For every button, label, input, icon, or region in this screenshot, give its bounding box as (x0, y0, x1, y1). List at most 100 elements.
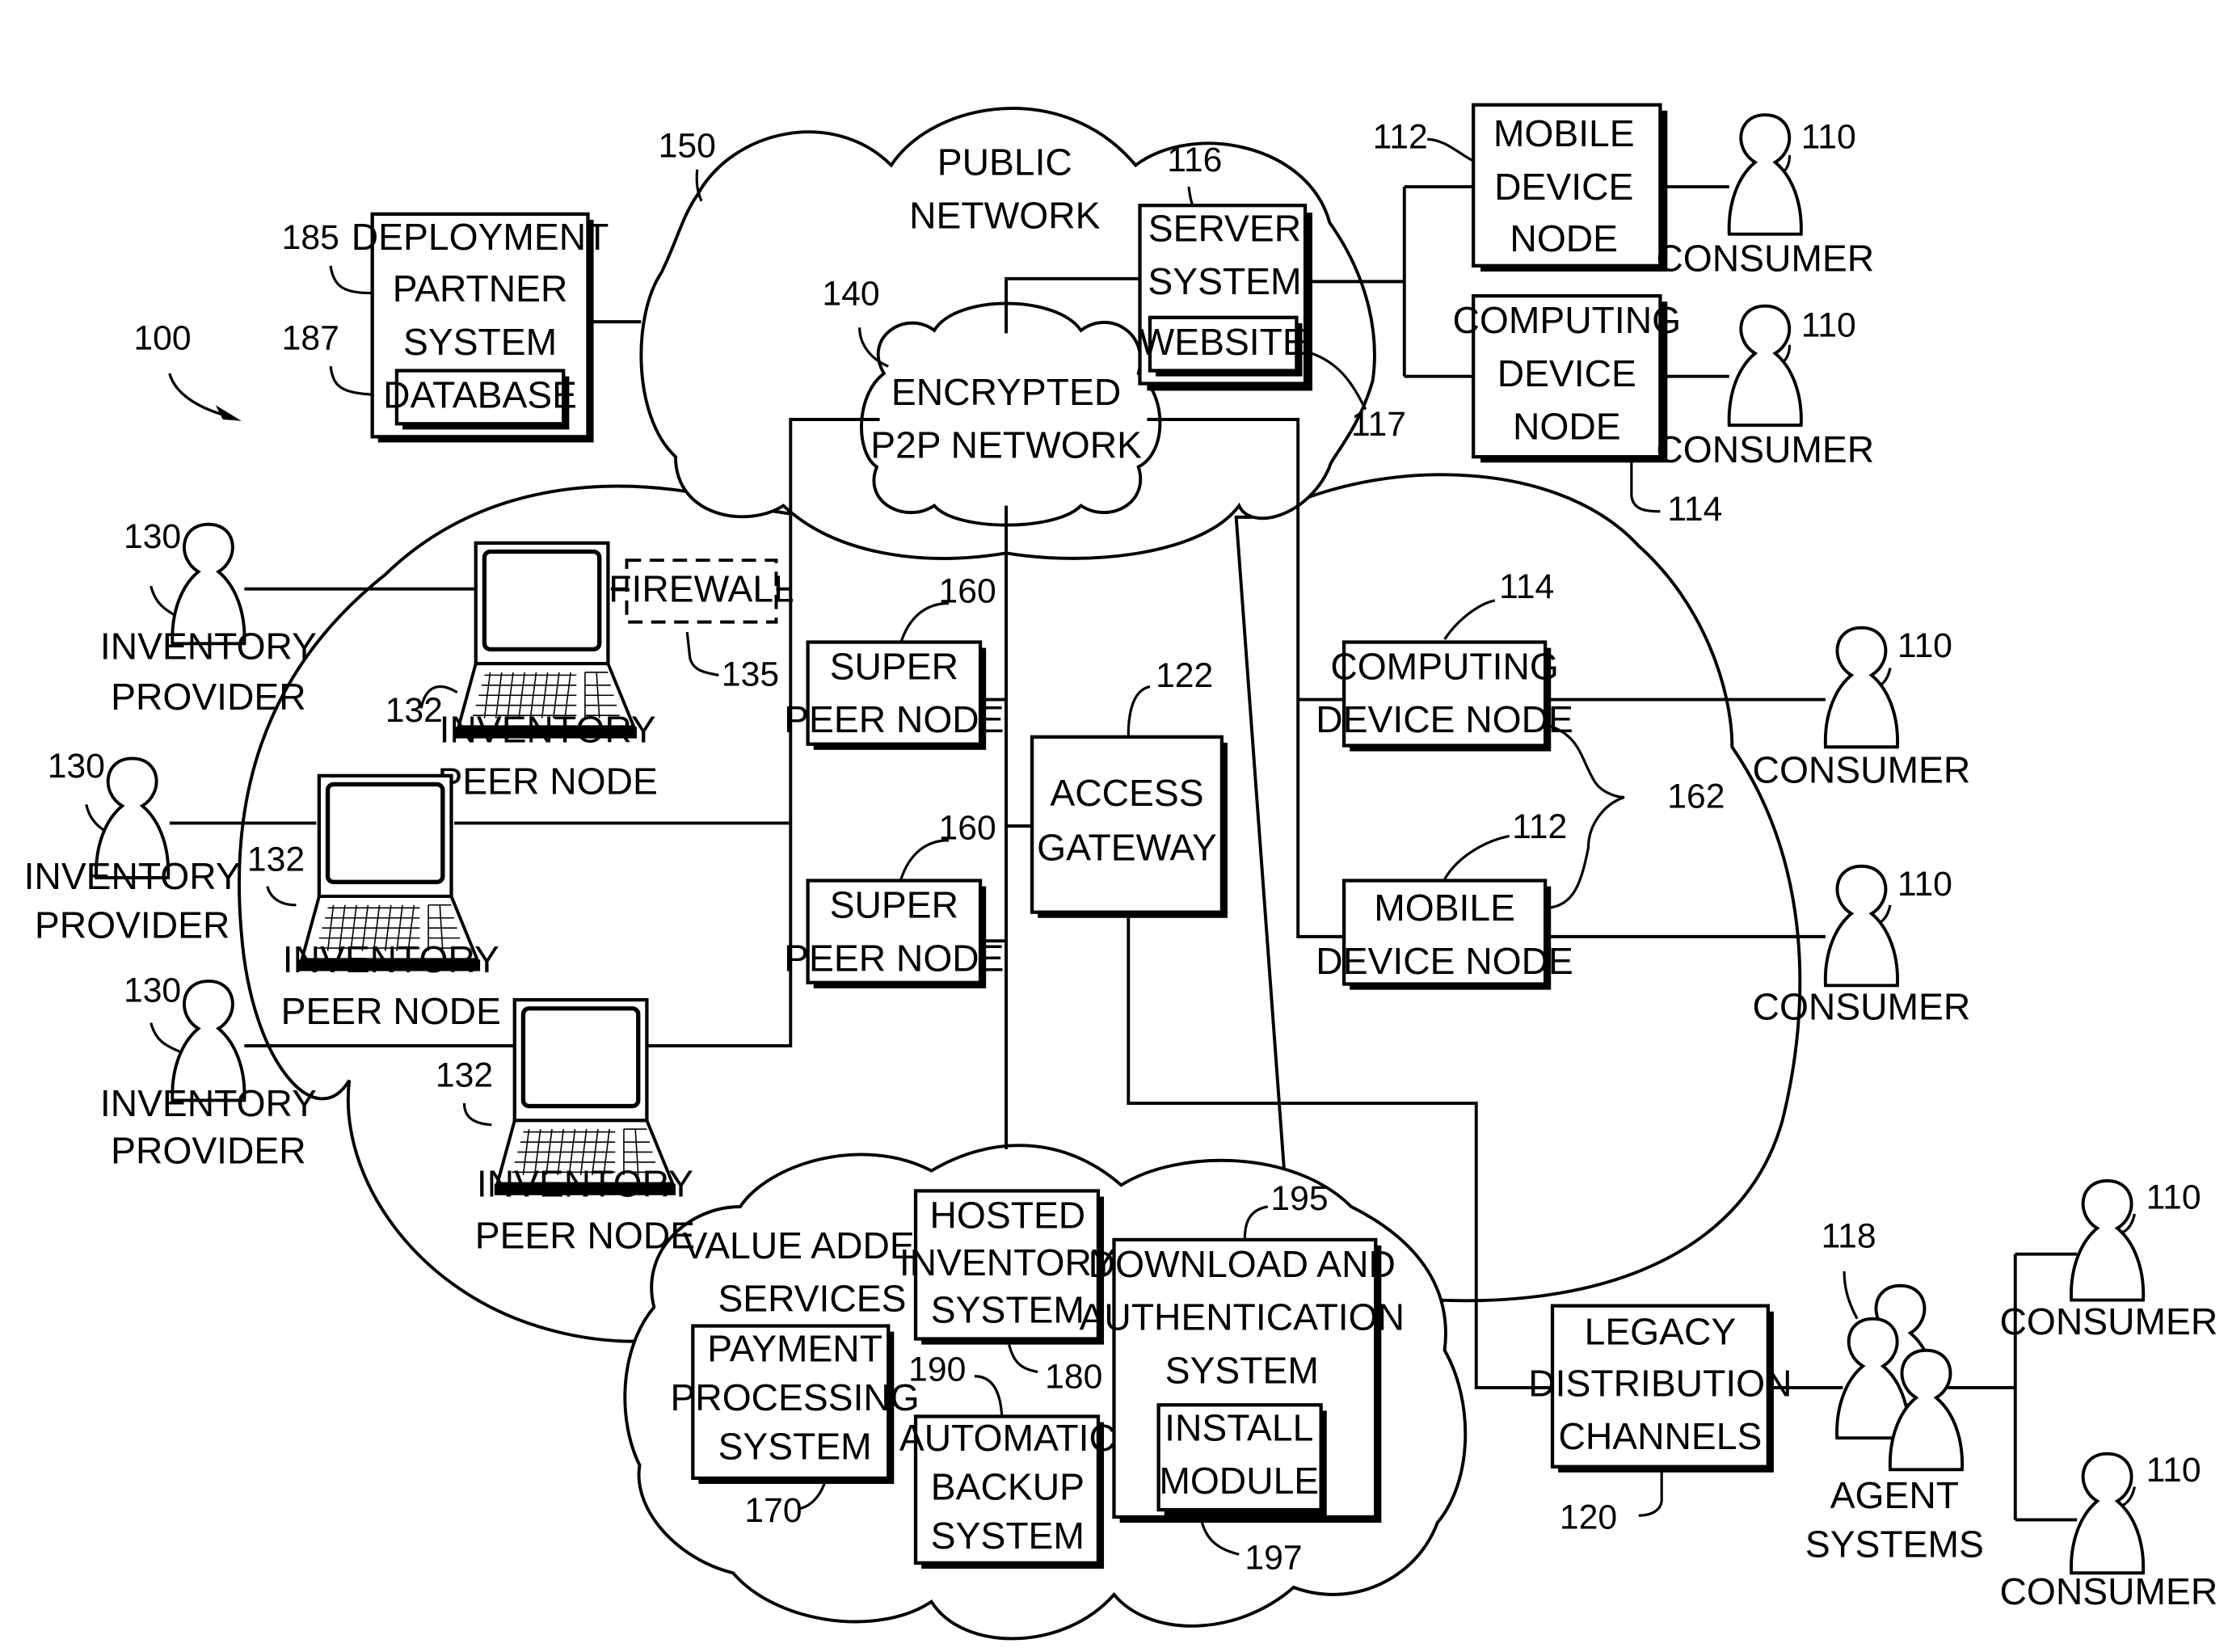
super-peer-node-2[interactable]: SUPER PEER NODE (784, 879, 1004, 988)
provider-label-2: PROVIDER (35, 904, 230, 946)
peer-node-label-2: PEER NODE (281, 990, 501, 1032)
hosted-label-1: HOSTED (930, 1194, 1086, 1236)
mobile-label-2: DEVICE NODE (1316, 940, 1573, 982)
mobile-device-node[interactable]: MOBILE DEVICE NODE (1316, 879, 1573, 990)
ref-114-top: 114 (1667, 490, 1722, 529)
encrypted-label-1: ENCRYPTED (891, 371, 1121, 413)
firewall-label: FIREWALL (609, 567, 794, 609)
legacy-distribution-box[interactable]: LEGACY DISTRIBUTION CHANNELS (1528, 1304, 1792, 1473)
payment-processing-box[interactable]: PAYMENT PROCESSING SYSTEM (670, 1324, 920, 1485)
top-mobile-label-2: DEVICE (1494, 166, 1633, 208)
person-icon (1823, 864, 1900, 988)
ref-114: 114 (1499, 567, 1554, 606)
person-icon (2070, 1452, 2146, 1575)
payment-label-3: SYSTEM (718, 1426, 872, 1468)
consumer-label: CONSUMER (1753, 986, 1971, 1028)
super-peer-node-1[interactable]: SUPER PEER NODE (784, 640, 1004, 750)
network-system-diagram: 100 150 PUBLIC NETWORK ENCRYPTED P2P NET… (24, 103, 2218, 1641)
ref-112: 112 (1512, 807, 1567, 846)
top-mobile-label-1: MOBILE (1493, 112, 1635, 154)
value-added-label-2: SERVICES (718, 1278, 906, 1320)
consumer-label: CONSUMER (2000, 1300, 2218, 1342)
consumer-label: CONSUMER (1753, 748, 1971, 790)
top-mobile-device-node[interactable]: MOBILE DEVICE NODE (1472, 103, 1668, 272)
server-system-box[interactable]: SERVER SYSTEM WEBSITE (1138, 204, 1312, 391)
person-icon (1823, 626, 1900, 749)
provider-label-2: PROVIDER (111, 1129, 306, 1171)
ref-132: 132 (385, 691, 443, 730)
computing-label-2: DEVICE NODE (1316, 698, 1573, 740)
ref-110: 110 (1897, 865, 1952, 904)
database-box[interactable]: DATABASE (383, 369, 577, 430)
ref-195: 195 (1270, 1179, 1328, 1218)
super-peer-label-1: SUPER (830, 645, 958, 687)
ref-180: 180 (1045, 1358, 1102, 1397)
hosted-label-3: SYSTEM (931, 1289, 1085, 1331)
website-label: WEBSITE (1139, 321, 1308, 363)
ref-150: 150 (659, 126, 716, 165)
top-computing-label-2: DEVICE (1497, 352, 1636, 394)
ref-117: 117 (1351, 405, 1406, 444)
ref-120: 120 (1560, 1498, 1617, 1537)
payment-label-1: PAYMENT (707, 1328, 882, 1370)
ref-110: 110 (2146, 1451, 2201, 1490)
peer-node-label-2: PEER NODE (438, 761, 658, 803)
encrypted-p2p-cloud (860, 301, 1162, 527)
backup-label-2: BACKUP (931, 1465, 1085, 1507)
top-computing-label-1: COMPUTING (1453, 299, 1682, 341)
legacy-label-2: DISTRIBUTION (1528, 1362, 1792, 1404)
provider-label-1: INVENTORY (100, 626, 317, 668)
ref-185: 185 (282, 218, 339, 257)
ref-132: 132 (436, 1056, 493, 1094)
download-authentication-box[interactable]: DOWNLOAD AND AUTHENTICATION SYSTEM INSTA… (1080, 1237, 1405, 1523)
public-network-label-2: NETWORK (909, 194, 1100, 236)
ref-160: 160 (938, 571, 996, 610)
consumer-label: CONSUMER (1656, 428, 1874, 470)
ref-110: 110 (1801, 118, 1856, 157)
agent-systems[interactable]: AGENT SYSTEMS (1805, 1283, 1984, 1566)
mobile-label-1: MOBILE (1374, 887, 1515, 929)
inventory-provider-2[interactable]: INVENTORY PROVIDER (24, 756, 241, 946)
ref-170: 170 (744, 1491, 802, 1530)
install-label-2: MODULE (1159, 1460, 1319, 1502)
computing-device-node[interactable]: COMPUTING DEVICE NODE (1316, 640, 1573, 752)
ref-118: 118 (1822, 1216, 1876, 1255)
ref-112-top: 112 (1373, 118, 1428, 157)
backup-label-1: AUTOMATIC (899, 1417, 1116, 1459)
person-icon (2070, 1179, 2146, 1302)
ref-110: 110 (1801, 306, 1856, 345)
top-computing-label-3: NODE (1513, 406, 1621, 448)
ref-132: 132 (247, 841, 305, 879)
install-label-1: INSTALL (1165, 1406, 1313, 1448)
install-module-box[interactable]: INSTALL MODULE (1156, 1403, 1327, 1516)
person-icon (1727, 113, 1803, 236)
download-label-3: SYSTEM (1165, 1349, 1319, 1391)
super-peer-label-2: PEER NODE (784, 937, 1004, 979)
deployment-label-3: SYSTEM (403, 321, 557, 363)
automatic-backup-box[interactable]: AUTOMATIC BACKUP SYSTEM (899, 1414, 1116, 1569)
encrypted-label-2: P2P NETWORK (870, 424, 1142, 466)
firewall-box[interactable]: FIREWALL (609, 558, 794, 624)
website-box[interactable]: WEBSITE (1139, 315, 1308, 377)
peer-node-label-2: PEER NODE (475, 1214, 695, 1256)
provider-label-1: INVENTORY (100, 1082, 317, 1124)
server-label-2: SYSTEM (1148, 260, 1301, 302)
ref-110: 110 (1897, 626, 1952, 665)
system-ref-arrow-icon (168, 373, 242, 421)
top-computing-device-node[interactable]: COMPUTING DEVICE NODE (1453, 294, 1682, 463)
computing-label-1: COMPUTING (1330, 645, 1559, 687)
provider-label-1: INVENTORY (24, 855, 241, 897)
hosted-label-2: INVENTORY (899, 1241, 1116, 1283)
agent-label-1: AGENT (1830, 1474, 1959, 1516)
ref-190: 190 (908, 1351, 966, 1389)
ref-130: 130 (124, 517, 181, 556)
download-label-1: DOWNLOAD AND (1089, 1243, 1396, 1285)
ref-140: 140 (822, 274, 879, 313)
public-network-label-1: PUBLIC (937, 141, 1072, 183)
ref-162: 162 (1667, 778, 1725, 816)
provider-label-2: PROVIDER (111, 676, 306, 718)
ref-130: 130 (124, 971, 181, 1009)
legacy-label-3: CHANNELS (1559, 1415, 1763, 1457)
deployment-partner-box[interactable]: DEPLOYMENT PARTNER SYSTEM DATABASE (352, 212, 609, 443)
access-gateway-box[interactable]: ACCESS GATEWAY (1030, 735, 1228, 918)
